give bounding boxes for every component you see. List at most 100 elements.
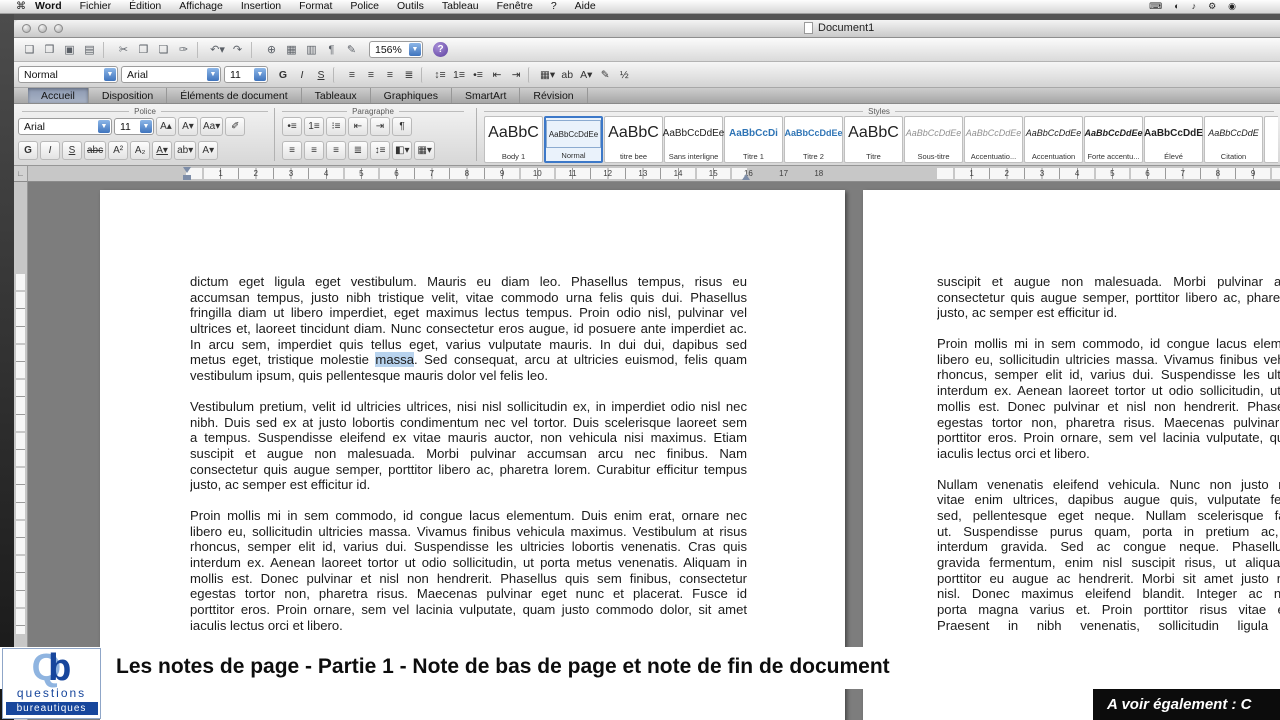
italic-button[interactable]: I	[293, 66, 311, 84]
align-left-button[interactable]: ≡	[282, 141, 302, 160]
menu-item-word[interactable]: Word	[26, 0, 71, 13]
style-card-normal[interactable]: AaBbCcDdEe Normal	[544, 116, 603, 163]
ribbon-font-combo[interactable]: Arial ▼	[18, 118, 112, 135]
menu-item[interactable]: Fichier	[71, 0, 121, 13]
menu-item[interactable]: Aide	[566, 0, 605, 13]
ribbon-size-combo[interactable]: 11 ▼	[114, 118, 154, 135]
vertical-ruler[interactable]	[14, 182, 28, 720]
combo-arrow-icon[interactable]: ▼	[254, 68, 266, 81]
underline-button[interactable]: S	[62, 141, 82, 160]
shrink-font-button[interactable]: A▾	[178, 117, 198, 136]
style-card-body-1[interactable]: AaBbC Body 1	[484, 116, 543, 163]
line-spacing-button[interactable]: ↕≡	[431, 66, 449, 84]
combo-arrow-icon[interactable]: ▼	[140, 120, 152, 133]
shading-button[interactable]: ◧▾	[392, 141, 413, 160]
bullets-button[interactable]: •≡	[282, 117, 302, 136]
save-icon[interactable]: ▣	[60, 41, 79, 59]
style-card-forte-accentuation[interactable]: AaBbCcDdEe Forte accentu...	[1084, 116, 1143, 163]
keyboard-menu-icon[interactable]: ⌨	[1149, 1, 1162, 12]
style-card-titre-2[interactable]: AaBbCcDdEe Titre 2	[784, 116, 843, 163]
tab-stop-selector[interactable]: ∟	[14, 166, 28, 182]
style-card-titre[interactable]: AaBbC Titre	[844, 116, 903, 163]
menu-item[interactable]: Insertion	[232, 0, 290, 13]
spotlight-menu-icon[interactable]: ◉	[1228, 1, 1236, 12]
increase-indent-button[interactable]: ⇥	[507, 66, 525, 84]
cut-icon[interactable]: ✂	[114, 41, 133, 59]
align-center-button[interactable]: ≡	[362, 66, 380, 84]
left-indent-marker[interactable]	[183, 175, 191, 180]
menu-item[interactable]: Tableau	[433, 0, 488, 13]
undo-icon[interactable]: ↶▾	[208, 41, 227, 59]
tab-revision[interactable]: Révision	[520, 88, 588, 103]
redo-icon[interactable]: ↷	[228, 41, 247, 59]
decrease-indent-button[interactable]: ⇤	[348, 117, 368, 136]
bullets-button[interactable]: •≡	[469, 66, 487, 84]
italic-button[interactable]: I	[40, 141, 60, 160]
style-card-titre-bee[interactable]: AaBbC titre bee	[604, 116, 663, 163]
style-card-citation-intense[interactable]: AaBb Citatio	[1264, 116, 1278, 163]
close-button[interactable]	[22, 24, 31, 33]
underline-style-button[interactable]: A▾	[152, 141, 173, 160]
open-icon[interactable]: ❒	[40, 41, 59, 59]
align-center-button[interactable]: ≡	[304, 141, 324, 160]
zoom-combo[interactable]: 156% ▼	[369, 41, 423, 58]
underline-button[interactable]: S	[312, 66, 330, 84]
selected-text[interactable]: massa	[375, 352, 414, 368]
new-document-icon[interactable]: ❑	[20, 41, 39, 59]
show-paragraph-marks-icon[interactable]: ¶	[322, 41, 341, 59]
copy-icon[interactable]: ❐	[134, 41, 153, 59]
minimize-button[interactable]	[38, 24, 47, 33]
highlight-pen-icon[interactable]: ✐	[225, 117, 246, 136]
borders-button[interactable]: ▦▾	[414, 141, 435, 160]
tab-graphiques[interactable]: Graphiques	[371, 88, 452, 103]
display-menu-icon[interactable]: ◐	[1174, 1, 1179, 12]
numbering-button[interactable]: 1≡	[450, 66, 468, 84]
combo-arrow-icon[interactable]: ▼	[207, 68, 219, 81]
font-combo[interactable]: Arial ▼	[121, 66, 221, 83]
justify-button[interactable]: ≣	[348, 141, 368, 160]
menu-item[interactable]: Outils	[388, 0, 433, 13]
show-marks-button[interactable]: ¶	[392, 117, 412, 136]
draw-icon[interactable]: ✎	[342, 41, 361, 59]
title-bar[interactable]: Document1	[14, 20, 1280, 38]
menu-item[interactable]: Affichage	[170, 0, 232, 13]
combo-arrow-icon[interactable]: ▼	[409, 43, 421, 56]
menu-item[interactable]: Format	[290, 0, 341, 13]
style-card-accentuation[interactable]: AaBbCcDdEe Accentuation	[1024, 116, 1083, 163]
numbering-button[interactable]: 1≡	[304, 117, 324, 136]
font-color-button[interactable]: A▾	[577, 66, 595, 84]
align-right-button[interactable]: ≡	[326, 141, 346, 160]
style-combo[interactable]: Normal ▼	[18, 66, 118, 83]
style-card-citation[interactable]: AaBbCcDdE Citation	[1204, 116, 1263, 163]
tab-smartart[interactable]: SmartArt	[452, 88, 521, 103]
menu-item[interactable]: ?	[542, 0, 566, 13]
settings-menu-icon[interactable]: ⚙	[1208, 1, 1216, 12]
first-line-indent-marker[interactable]	[183, 167, 191, 173]
fraction-button[interactable]: ½	[615, 66, 633, 84]
tab-disposition[interactable]: Disposition	[89, 88, 168, 103]
menu-item[interactable]: Fenêtre	[488, 0, 542, 13]
font-size-combo[interactable]: 11 ▼	[224, 66, 268, 83]
text-highlight-button[interactable]: ab▾	[174, 141, 197, 160]
subscript-button[interactable]: A₂	[130, 141, 151, 160]
align-right-button[interactable]: ≡	[381, 66, 399, 84]
grow-font-button[interactable]: A▴	[156, 117, 176, 136]
increase-indent-button[interactable]: ⇥	[370, 117, 390, 136]
align-left-button[interactable]: ≡	[343, 66, 361, 84]
line-spacing-button[interactable]: ↕≡	[370, 141, 390, 160]
superscript-button[interactable]: A²	[108, 141, 129, 160]
bold-button[interactable]: G	[274, 66, 292, 84]
apple-menu-icon[interactable]: ⌘	[16, 1, 26, 12]
document-page-2[interactable]: suscipit et augue non malesuada. Morbi p…	[863, 190, 1280, 720]
change-case-button[interactable]: Aa▾	[200, 117, 224, 136]
style-card-accentuation-subtile[interactable]: AaBbCcDdEe Accentuatio...	[964, 116, 1023, 163]
document-page-1[interactable]: dictum eget ligula eget vestibulum. Maur…	[100, 190, 845, 720]
pencil-button[interactable]: ✎	[596, 66, 614, 84]
menu-item[interactable]: Police	[341, 0, 388, 13]
tab-accueil[interactable]: Accueil	[28, 88, 89, 103]
tab-tableaux[interactable]: Tableaux	[302, 88, 371, 103]
sound-menu-icon[interactable]: ♪	[1192, 1, 1197, 12]
combo-arrow-icon[interactable]: ▼	[98, 120, 110, 133]
format-painter-icon[interactable]: ✑	[174, 41, 193, 59]
combo-arrow-icon[interactable]: ▼	[104, 68, 116, 81]
